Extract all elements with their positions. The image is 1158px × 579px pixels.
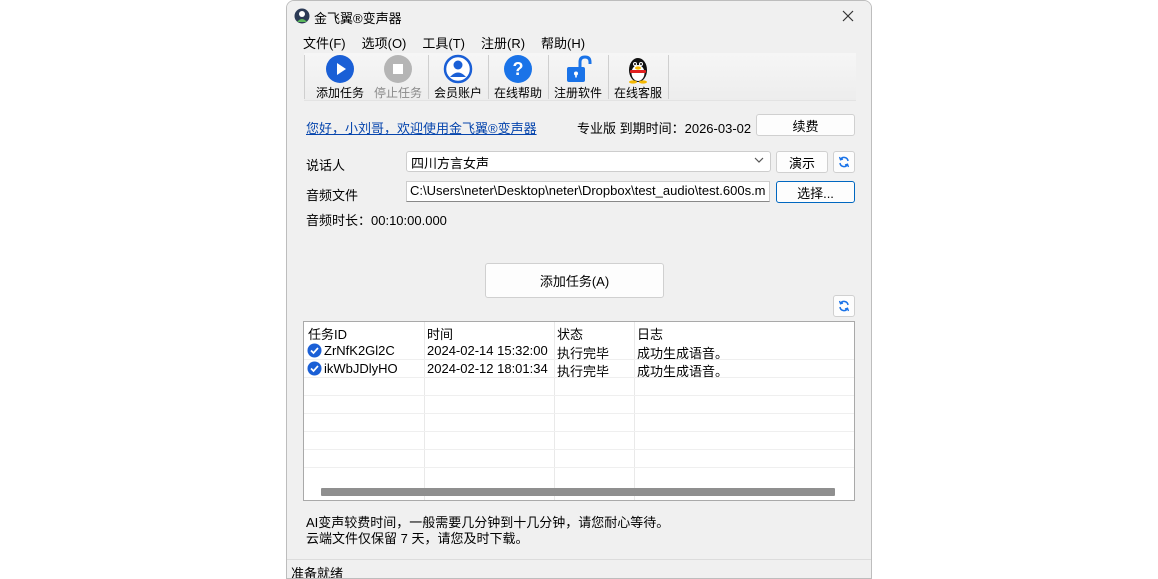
title-bar: 金飞翼®变声器 [287, 1, 871, 31]
play-icon [326, 55, 354, 83]
renew-button-label: 续费 [792, 118, 819, 134]
audio-duration-text: 音频时长：00:10:00.000 [306, 213, 447, 228]
toolbar-account-label: 会员账户 [433, 86, 482, 100]
speaker-select[interactable]: 四川方言女声 [406, 151, 771, 172]
demo-button[interactable]: 演示 [776, 151, 828, 173]
audio-file-path-input[interactable]: C:\Users\neter\Desktop\neter\Dropbox\tes… [406, 181, 770, 202]
qq-penguin-icon [629, 58, 647, 84]
window-title: 金飞翼®变声器 [314, 11, 402, 26]
toolbar-account-button[interactable]: 会员账户 [428, 53, 488, 101]
chevron-down-icon [754, 157, 764, 163]
task-log-cell: 成功生成语音。 [637, 364, 729, 379]
toolbar-register-label: 注册软件 [553, 86, 602, 100]
close-icon [842, 10, 854, 22]
add-task-button[interactable]: 添加任务(A) [485, 263, 664, 298]
refresh-icon [838, 156, 850, 168]
column-header-task-id[interactable]: 任务ID [308, 324, 347, 343]
toolbar-help-button[interactable]: ? 在线帮助 [488, 53, 548, 101]
row-gridline [304, 395, 854, 396]
table-row[interactable]: ikWbJDlyHO 2024-02-12 18:01:34 执行完毕 成功生成… [304, 360, 854, 379]
refresh-icon [838, 300, 850, 312]
add-task-button-label: 添加任务(A) [539, 274, 610, 289]
menu-help[interactable]: 帮助(H) [533, 31, 593, 51]
toolbar: 添加任务 停止任务 会员账户 ? 在线帮助 注册软件 在线客服 [304, 53, 856, 101]
task-time-cell: 2024-02-12 18:01:34 [427, 361, 548, 376]
task-list-header: 任务ID 时间 状态 日志 [304, 322, 854, 342]
status-bar: 准备就绪 [287, 559, 871, 579]
toolbar-separator [668, 55, 669, 99]
checkmark-circle-icon [307, 343, 322, 358]
version-expiry-text: 专业版 到期时间：2026-03-02 [577, 121, 752, 136]
toolbar-register-button[interactable]: 注册软件 [548, 53, 608, 101]
refresh-speaker-button[interactable] [833, 151, 855, 173]
checkmark-circle-icon [307, 361, 322, 376]
row-gridline [304, 467, 854, 468]
menu-tools[interactable]: 工具(T) [414, 31, 473, 51]
table-row[interactable]: ZrNfK2Gl2C 2024-02-14 15:32:00 执行完毕 成功生成… [304, 342, 854, 361]
choose-file-button-label: 选择... [797, 185, 834, 201]
task-status-cell: 执行完毕 [557, 364, 610, 379]
row-gridline [304, 431, 854, 432]
horizontal-scrollbar[interactable] [321, 488, 835, 496]
toolbar-separator [304, 55, 305, 99]
toolbar-stop-task-label: 停止任务 [373, 86, 422, 100]
svg-text:?: ? [513, 59, 524, 79]
status-text: 准备就绪 [291, 566, 344, 579]
choose-file-button[interactable]: 选择... [776, 181, 855, 203]
user-icon [443, 54, 473, 84]
column-header-status[interactable]: 状态 [557, 324, 583, 343]
toolbar-add-task-label: 添加任务 [315, 86, 364, 100]
renew-button[interactable]: 续费 [756, 114, 855, 136]
task-list[interactable]: 任务ID 时间 状态 日志 ZrNfK2Gl2C 2024-02-14 15:3… [303, 321, 855, 501]
audio-file-label: 音频文件 [306, 188, 359, 203]
demo-button-label: 演示 [788, 155, 815, 171]
refresh-tasks-button[interactable] [833, 295, 855, 317]
stop-icon [384, 55, 412, 83]
toolbar-support-button[interactable]: 在线客服 [608, 53, 668, 101]
task-time-cell: 2024-02-14 15:32:00 [427, 343, 548, 358]
app-logo-icon [294, 8, 310, 24]
file-retention-note: 云端文件仅保留 7 天，请您及时下载。 [306, 531, 529, 546]
welcome-link[interactable]: 您好，小刘哥，欢迎使用金飞翼®变声器 [306, 118, 537, 137]
toolbar-stop-task-button[interactable]: 停止任务 [368, 53, 428, 101]
column-header-time[interactable]: 时间 [427, 324, 453, 343]
speaker-select-value: 四川方言女声 [411, 156, 490, 171]
question-icon: ? [504, 55, 532, 83]
row-gridline [304, 449, 854, 450]
toolbar-support-label: 在线客服 [613, 86, 662, 100]
app-window: 金飞翼®变声器 文件(F) 选项(O) 工具(T) 注册(R) 帮助(H) 添加… [286, 0, 872, 579]
toolbar-add-task-button[interactable]: 添加任务 [310, 53, 370, 101]
task-id-cell: ikWbJDlyHO [324, 361, 398, 376]
menu-file[interactable]: 文件(F) [295, 31, 354, 51]
column-header-log[interactable]: 日志 [637, 324, 663, 343]
menu-bar: 文件(F) 选项(O) 工具(T) 注册(R) 帮助(H) [295, 31, 593, 51]
speaker-label: 说话人 [306, 158, 346, 173]
toolbar-help-label: 在线帮助 [493, 86, 542, 100]
unlock-icon [567, 55, 592, 82]
menu-register[interactable]: 注册(R) [473, 31, 533, 51]
task-id-cell: ZrNfK2Gl2C [324, 343, 395, 358]
row-gridline [304, 413, 854, 414]
close-button[interactable] [825, 1, 871, 31]
menu-options[interactable]: 选项(O) [354, 31, 415, 51]
